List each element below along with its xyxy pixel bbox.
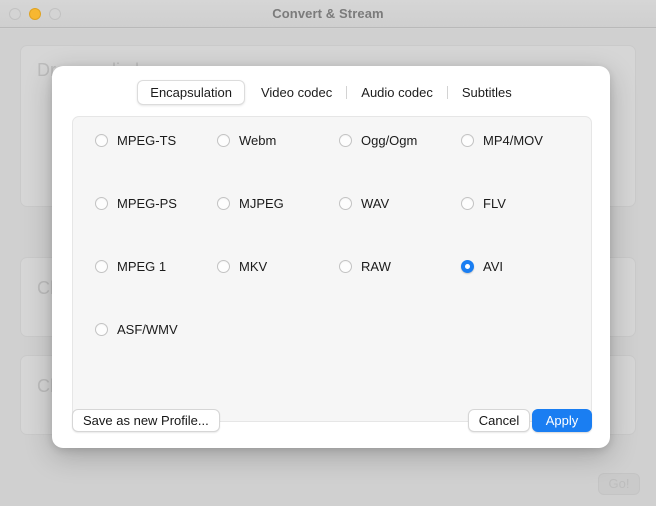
tab-audio-codec[interactable]: Audio codec bbox=[348, 80, 446, 105]
radio-option-label: MJPEG bbox=[239, 195, 284, 211]
radio-option-flv[interactable]: FLV bbox=[461, 194, 506, 212]
dialog-footer: Save as new Profile... Cancel Apply bbox=[52, 409, 610, 437]
radio-option-mkv[interactable]: MKV bbox=[217, 257, 267, 275]
radio-option-label: AVI bbox=[483, 258, 503, 274]
tab-subtitles[interactable]: Subtitles bbox=[449, 80, 525, 105]
radio-option-asf-wmv[interactable]: ASF/WMV bbox=[95, 320, 178, 338]
tab-separator bbox=[246, 86, 247, 99]
radio-unchecked-icon[interactable] bbox=[95, 133, 108, 147]
tab-separator bbox=[346, 86, 348, 99]
radio-unchecked-icon[interactable] bbox=[217, 196, 230, 210]
tab-encapsulation[interactable]: Encapsulation bbox=[137, 80, 245, 105]
radio-option-mp4-mov[interactable]: MP4/MOV bbox=[461, 131, 543, 149]
radio-option-label: WAV bbox=[361, 195, 390, 211]
radio-option-label: FLV bbox=[483, 195, 506, 211]
radio-unchecked-icon[interactable] bbox=[461, 196, 474, 210]
radio-option-label: MKV bbox=[239, 258, 268, 274]
radio-option-label: MPEG-TS bbox=[117, 132, 177, 148]
radio-option-label: ASF/WMV bbox=[117, 321, 178, 337]
radio-unchecked-icon[interactable] bbox=[217, 133, 230, 147]
tab-video-codec[interactable]: Video codec bbox=[248, 80, 345, 105]
window-title: Convert & Stream bbox=[272, 6, 384, 21]
encapsulation-radio-group: MPEG-TS Webm Ogg/Ogm MP4/MOV MPEG-PS MJPEG WAV… bbox=[73, 117, 593, 423]
radio-unchecked-icon[interactable] bbox=[339, 259, 352, 273]
radio-unchecked-icon[interactable] bbox=[339, 133, 352, 147]
profile-edit-dialog: Encapsulation Video codec Audio codec Subti… bbox=[52, 66, 610, 448]
app-window: Drop media here Choose Profile Choose De… bbox=[0, 0, 656, 506]
radio-option-webm[interactable]: Webm bbox=[217, 131, 276, 149]
radio-option-label: Ogg/Ogm bbox=[361, 132, 418, 148]
tab-separator bbox=[446, 86, 448, 99]
radio-unchecked-icon[interactable] bbox=[95, 322, 108, 336]
radio-unchecked-icon[interactable] bbox=[95, 259, 108, 273]
radio-option-label: RAW bbox=[361, 258, 391, 274]
title-bar: Convert & Stream bbox=[0, 0, 656, 28]
radio-option-avi[interactable]: AVI bbox=[461, 257, 503, 275]
radio-option-ogg-ogm[interactable]: Ogg/Ogm bbox=[339, 131, 417, 149]
encapsulation-options-panel: MPEG-TS Webm Ogg/Ogm MP4/MOV MPEG-PS MJPEG WAV… bbox=[72, 116, 592, 422]
radio-option-raw[interactable]: RAW bbox=[339, 257, 391, 275]
cancel-button[interactable]: Cancel bbox=[468, 409, 530, 432]
radio-option-mjpeg[interactable]: MJPEG bbox=[217, 194, 284, 212]
apply-button[interactable]: Apply bbox=[532, 409, 592, 432]
radio-unchecked-icon[interactable] bbox=[339, 196, 352, 210]
radio-unchecked-icon[interactable] bbox=[95, 196, 108, 210]
radio-checked-icon[interactable] bbox=[461, 259, 474, 273]
go-button[interactable]: Go! bbox=[598, 473, 640, 495]
radio-option-label: MPEG-PS bbox=[117, 195, 177, 211]
radio-unchecked-icon[interactable] bbox=[217, 259, 230, 273]
radio-option-label: MPEG 1 bbox=[117, 258, 167, 274]
radio-option-wav[interactable]: WAV bbox=[339, 194, 389, 212]
radio-unchecked-icon[interactable] bbox=[461, 133, 474, 147]
save-as-new-profile-button[interactable]: Save as new Profile... bbox=[72, 409, 220, 432]
radio-option-mpeg-1[interactable]: MPEG 1 bbox=[95, 257, 166, 275]
radio-option-mpeg-ps[interactable]: MPEG-PS bbox=[95, 194, 177, 212]
tab-bar: Encapsulation Video codec Audio codec Subti… bbox=[52, 80, 610, 105]
radio-option-mpeg-ts[interactable]: MPEG-TS bbox=[95, 131, 176, 149]
radio-option-label: MP4/MOV bbox=[483, 132, 543, 148]
radio-option-label: Webm bbox=[239, 132, 277, 148]
